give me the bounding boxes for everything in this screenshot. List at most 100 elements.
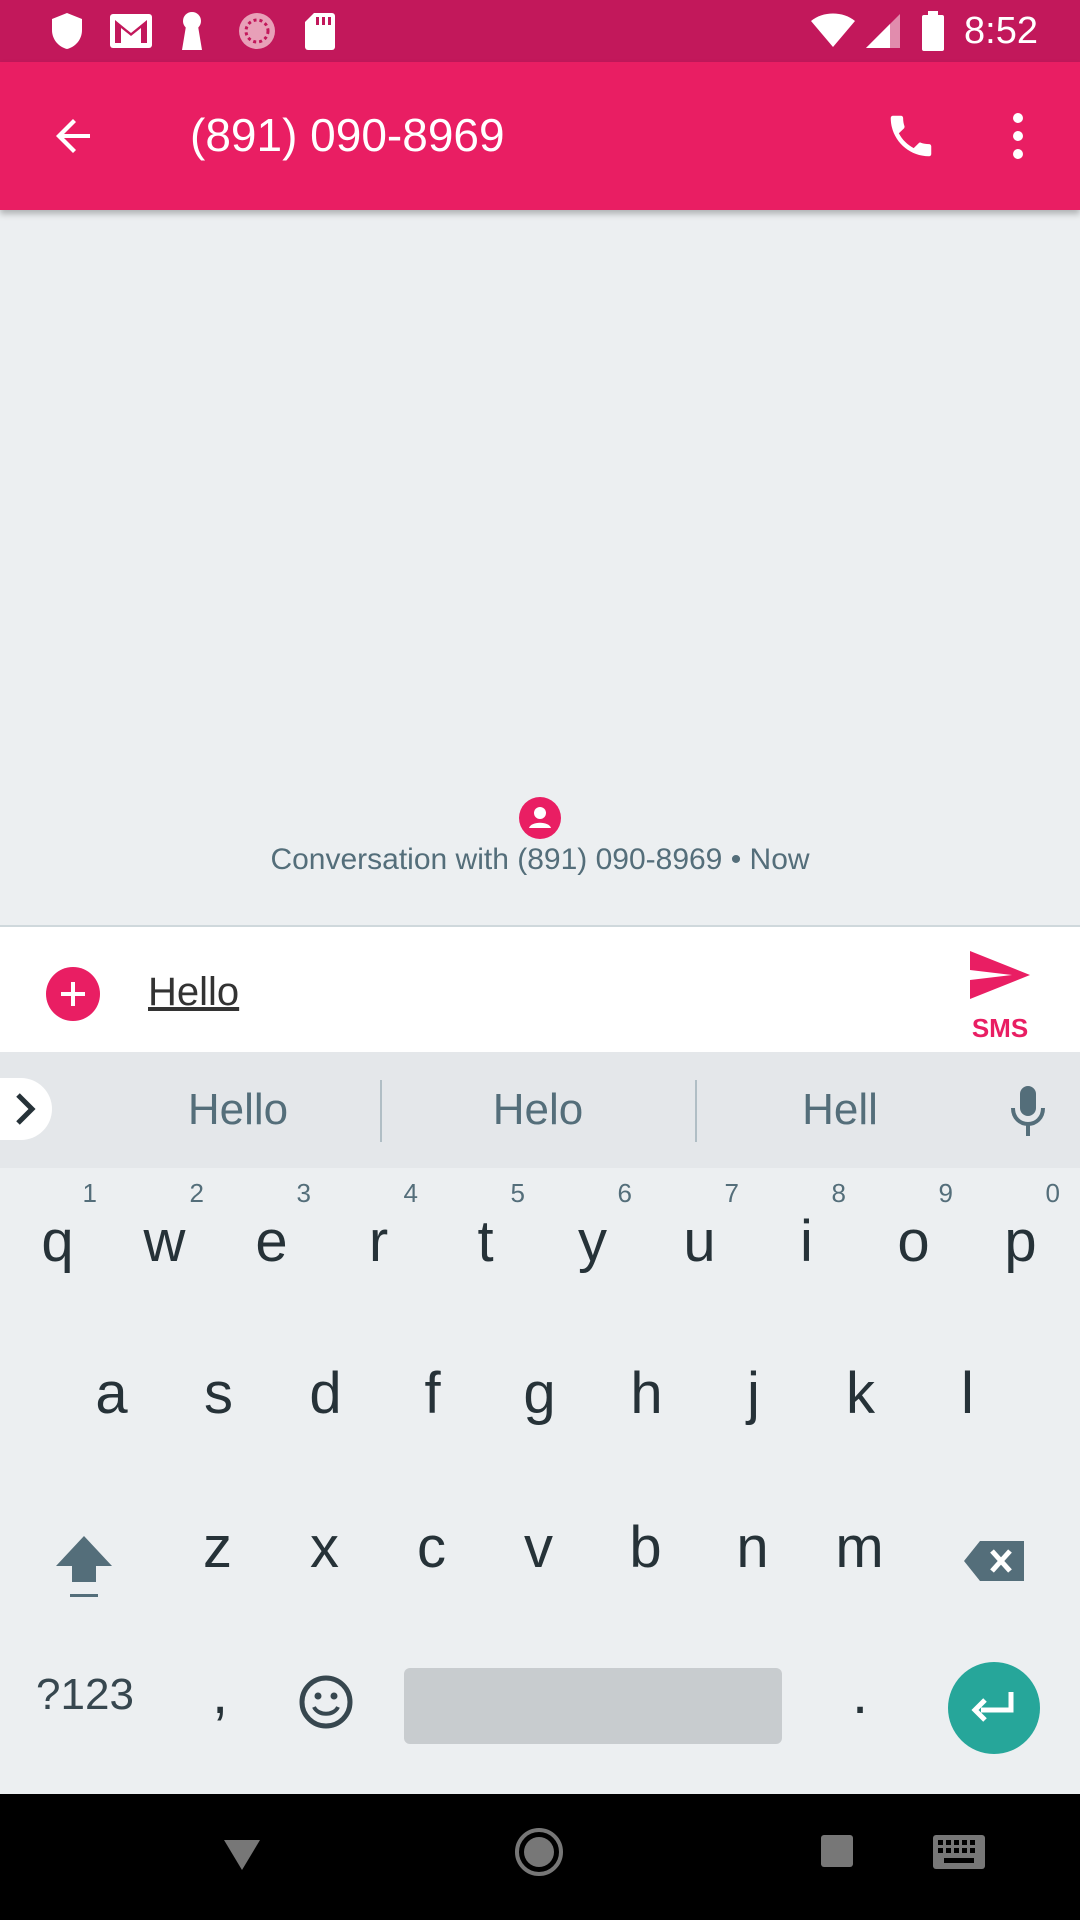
emoji-key[interactable]: [296, 1674, 356, 1734]
back-button[interactable]: [38, 100, 110, 172]
key-hint: 3: [296, 1178, 311, 1208]
gmail-icon: [108, 10, 154, 52]
key-hint: 7: [724, 1178, 739, 1208]
send-icon: [970, 951, 1030, 999]
key-t[interactable]: t5: [432, 1178, 539, 1298]
key-d[interactable]: d: [272, 1360, 379, 1427]
key-label: w: [143, 1209, 186, 1274]
shift-key[interactable]: [48, 1532, 120, 1612]
key-c[interactable]: c: [378, 1514, 485, 1581]
key-label: p: [1004, 1209, 1037, 1274]
key-hint: 0: [1045, 1178, 1060, 1208]
key-v[interactable]: v: [485, 1514, 592, 1581]
key-s[interactable]: s: [165, 1360, 272, 1427]
more-options-button[interactable]: [988, 100, 1048, 172]
key-r[interactable]: r4: [325, 1178, 432, 1298]
backspace-icon: [964, 1541, 1024, 1581]
keyboard: q1w2e3r4t5y6u7i8o9p0 asdfghjkl zxcvbnm ?…: [0, 1168, 1080, 1794]
suggestion-item[interactable]: Hell: [700, 1080, 980, 1140]
microphone-icon: [1011, 1086, 1045, 1136]
key-h[interactable]: h: [593, 1360, 700, 1427]
page-title: (891) 090-8969: [190, 109, 505, 161]
key-f[interactable]: f: [379, 1360, 486, 1427]
status-time: 8:52: [964, 10, 1038, 52]
message-input[interactable]: Hello: [148, 957, 908, 1027]
status-bar: 8:52: [0, 0, 1080, 62]
key-hint: 5: [510, 1178, 525, 1208]
suggestion-item[interactable]: Hello: [88, 1080, 388, 1140]
enter-icon: [971, 1692, 1014, 1722]
key-l[interactable]: l: [914, 1360, 1021, 1427]
backspace-key[interactable]: [960, 1532, 1030, 1612]
key-k[interactable]: k: [807, 1360, 914, 1427]
key-b[interactable]: b: [592, 1514, 699, 1581]
key-z[interactable]: z: [164, 1514, 271, 1581]
key-hint: 1: [82, 1178, 97, 1208]
key-hint: 8: [831, 1178, 846, 1208]
sd-card-icon: [304, 10, 336, 52]
emoji-icon: [299, 1675, 353, 1729]
person-icon: [529, 807, 551, 828]
plus-icon: [61, 982, 85, 1006]
key-y[interactable]: y6: [539, 1178, 646, 1298]
conversation-area: Conversation with (891) 090-8969 • Now: [0, 210, 1080, 925]
suggestion-bar: Hello Helo Hell: [0, 1052, 1080, 1168]
key-q[interactable]: q1: [4, 1178, 111, 1298]
comma-key[interactable]: ,: [190, 1660, 250, 1727]
expand-suggestions-button[interactable]: [0, 1078, 52, 1140]
recents-nav-icon[interactable]: [820, 1834, 854, 1873]
key-o[interactable]: o9: [860, 1178, 967, 1298]
voice-input-button[interactable]: [1000, 1082, 1056, 1142]
navigation-bar: [0, 1794, 1080, 1920]
phone-icon: [890, 115, 932, 157]
call-button[interactable]: [875, 100, 947, 172]
wifi-icon: [810, 10, 856, 52]
attach-button[interactable]: [46, 967, 100, 1021]
back-nav-icon[interactable]: [222, 1836, 262, 1877]
key-e[interactable]: e3: [218, 1178, 325, 1298]
period-key[interactable]: .: [830, 1660, 890, 1727]
key-label: y: [578, 1209, 607, 1274]
key-a[interactable]: a: [58, 1360, 165, 1427]
key-n[interactable]: n: [699, 1514, 806, 1581]
keyhole-icon: [178, 10, 206, 52]
divider: [380, 1080, 382, 1142]
key-m[interactable]: m: [806, 1514, 913, 1581]
send-button[interactable]: SMS: [960, 945, 1040, 1045]
home-nav-icon[interactable]: [513, 1826, 565, 1883]
key-x[interactable]: x: [271, 1514, 378, 1581]
key-hint: 4: [403, 1178, 418, 1208]
key-hint: 6: [617, 1178, 632, 1208]
avatar: [519, 797, 561, 839]
keyboard-switch-icon[interactable]: [932, 1834, 986, 1875]
key-hint: 2: [189, 1178, 204, 1208]
key-label: u: [683, 1209, 716, 1274]
loading-icon: [236, 10, 278, 52]
shield-icon: [50, 10, 84, 52]
signal-icon: [864, 10, 902, 52]
key-w[interactable]: w2: [111, 1178, 218, 1298]
key-j[interactable]: j: [700, 1360, 807, 1427]
battery-icon: [920, 10, 946, 52]
send-label: SMS: [971, 1013, 1029, 1043]
key-label: i: [800, 1209, 813, 1274]
enter-key[interactable]: [948, 1662, 1040, 1754]
key-label: t: [477, 1209, 494, 1274]
key-p[interactable]: p0: [967, 1178, 1074, 1298]
key-i[interactable]: i8: [753, 1178, 860, 1298]
symbols-key[interactable]: ?123: [30, 1670, 140, 1720]
more-vert-icon: [1013, 113, 1023, 159]
key-g[interactable]: g: [486, 1360, 593, 1427]
key-label: e: [255, 1209, 288, 1274]
key-label: o: [897, 1209, 930, 1274]
shift-icon: [56, 1536, 112, 1597]
key-u[interactable]: u7: [646, 1178, 753, 1298]
back-arrow-icon: [56, 119, 90, 153]
conversation-info: Conversation with (891) 090-8969 • Now: [270, 843, 810, 876]
chevron-right-icon: [16, 1093, 36, 1125]
suggestion-item[interactable]: Helo: [388, 1080, 688, 1140]
compose-bar: Hello SMS: [0, 925, 1080, 1052]
key-label: q: [41, 1209, 74, 1274]
divider: [695, 1080, 697, 1142]
space-key[interactable]: [404, 1668, 782, 1744]
